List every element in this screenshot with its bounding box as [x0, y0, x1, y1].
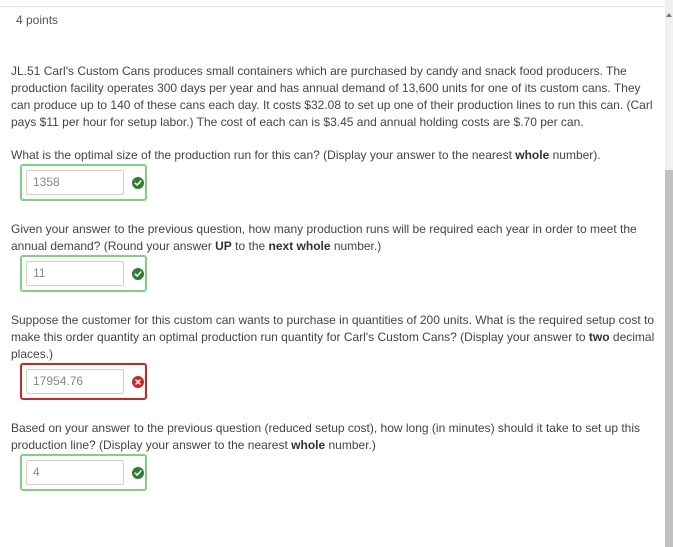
check-icon [132, 466, 144, 479]
problem-statement: JL.51 Carl's Custom Cans produces small … [11, 64, 653, 129]
x-icon [132, 375, 144, 388]
question-3-text: Suppose the customer for this custom can… [11, 313, 655, 361]
answer-2-container: 11 [20, 255, 147, 292]
answer-1-container: 1358 [20, 164, 147, 201]
check-icon [132, 176, 144, 189]
points-label: 4 points [16, 13, 59, 27]
question-2-text: Given your answer to the previous questi… [11, 222, 637, 253]
answer-3-container: 17954.76 [20, 363, 147, 400]
question-4-text: Based on your answer to the previous que… [11, 421, 641, 452]
question-1-text: What is the optimal size of the producti… [11, 148, 601, 162]
check-icon [132, 267, 144, 280]
scroll-up-arrow-icon[interactable] [666, 13, 672, 17]
top-divider [0, 6, 665, 7]
answer-2-input[interactable]: 11 [26, 261, 124, 286]
scrollbar-thumb[interactable] [665, 170, 673, 547]
answer-4-input[interactable]: 4 [26, 460, 124, 485]
answer-4-container: 4 [20, 454, 147, 491]
question-content: JL.51 Carl's Custom Cans produces small … [11, 63, 663, 511]
answer-1-input[interactable]: 1358 [26, 170, 124, 195]
answer-3-input[interactable]: 17954.76 [26, 369, 124, 394]
